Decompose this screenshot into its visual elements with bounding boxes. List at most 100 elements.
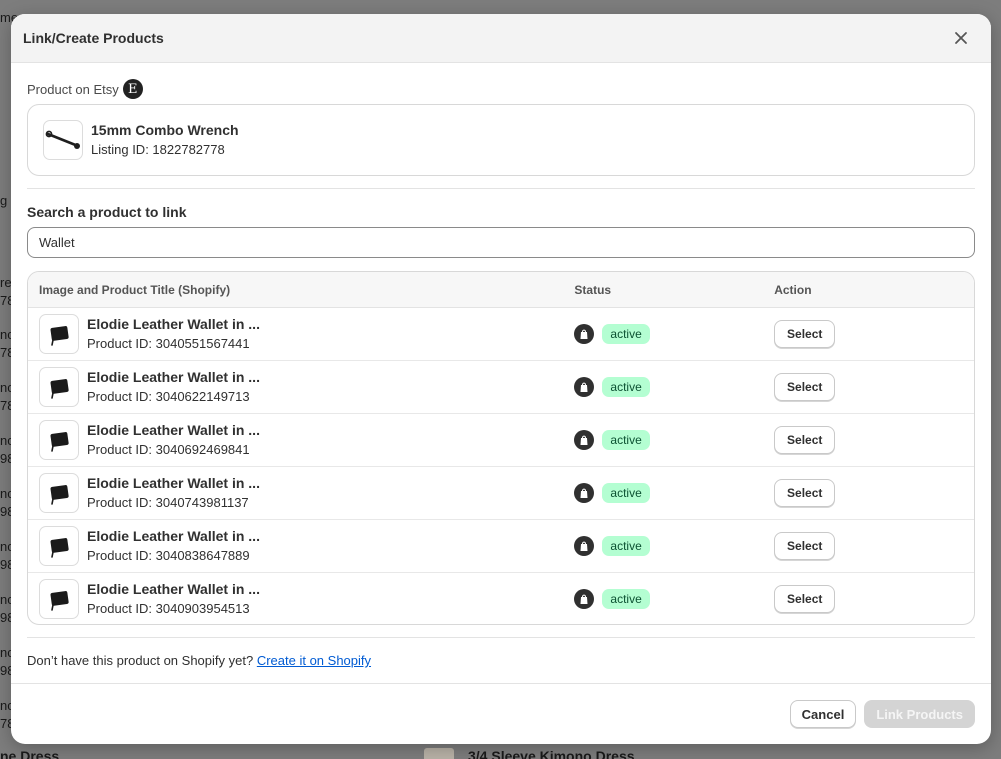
product-cell: Elodie Leather Wallet in ... Product ID: …	[28, 578, 574, 619]
status-badge: active	[602, 536, 650, 556]
product-title: Elodie Leather Wallet in ...	[87, 369, 260, 385]
action-cell: Select	[774, 320, 974, 348]
search-input[interactable]	[27, 227, 975, 258]
create-on-shopify-link[interactable]: Create it on Shopify	[257, 653, 371, 668]
product-id: Product ID: 3040903954513	[87, 600, 250, 616]
shopify-bag-icon	[580, 541, 588, 551]
table-body: Elodie Leather Wallet in ... Product ID: …	[28, 308, 974, 624]
wallet-thumbnail	[39, 367, 79, 407]
status-cell: active	[574, 377, 774, 397]
wallet-icon	[50, 538, 69, 558]
product-title: Elodie Leather Wallet in ...	[87, 422, 260, 438]
bg-product-thumbnail	[424, 748, 454, 759]
wallet-thumbnail	[39, 420, 79, 460]
product-table: Image and Product Title (Shopify) Status…	[27, 271, 975, 625]
bg-product-name-2: 3/4 Sleeve Kimono Dress	[468, 748, 635, 759]
table-row: Elodie Leather Wallet in ... Product ID: …	[28, 414, 974, 467]
shopify-icon	[574, 430, 595, 450]
action-cell: Select	[774, 532, 974, 560]
table-row: Elodie Leather Wallet in ... Product ID: …	[28, 520, 974, 573]
shopify-bag-icon	[580, 488, 588, 498]
select-button[interactable]: Select	[774, 426, 836, 454]
action-cell: Select	[774, 584, 974, 613]
bg-text-fragment: g	[0, 193, 8, 208]
product-id: Product ID: 3040551567441	[87, 336, 250, 351]
modal-header: Link/Create Products	[11, 14, 991, 63]
link-create-modal: Link/Create Products Product on Etsy E 1…	[11, 14, 991, 744]
product-cell: Elodie Leather Wallet in ... Product ID: …	[28, 367, 574, 407]
status-badge: active	[602, 430, 650, 450]
cancel-button[interactable]: Cancel	[789, 700, 857, 728]
status-cell: active	[574, 430, 774, 450]
status-badge: active	[602, 483, 650, 503]
status-badge: active	[602, 377, 650, 397]
create-prompt-row: Don’t have this product on Shopify yet? …	[27, 653, 975, 669]
product-cell: Elodie Leather Wallet in ... Product ID: …	[28, 420, 574, 460]
product-title: Elodie Leather Wallet in ...	[87, 528, 260, 544]
status-cell: active	[574, 483, 774, 503]
product-id: Product ID: 3040692469841	[87, 442, 250, 457]
shopify-icon	[574, 377, 595, 397]
wallet-thumbnail	[39, 473, 79, 513]
wallet-icon	[50, 485, 69, 505]
shopify-bag-icon	[580, 435, 588, 445]
wallet-thumbnail	[39, 578, 79, 619]
bg-text-fragment: re	[0, 275, 12, 290]
wallet-thumbnail	[39, 526, 79, 566]
close-button[interactable]	[949, 26, 973, 50]
modal-footer: Cancel Link Products	[11, 683, 991, 744]
wallet-icon	[50, 432, 69, 452]
product-cell: Elodie Leather Wallet in ... Product ID: …	[28, 473, 574, 513]
divider	[27, 637, 975, 638]
select-button[interactable]: Select	[774, 373, 836, 401]
shopify-bag-icon	[580, 329, 588, 339]
shopify-icon	[574, 536, 595, 556]
wallet-icon	[50, 590, 69, 611]
etsy-section-header: Product on Etsy E	[27, 79, 975, 99]
select-button[interactable]: Select	[774, 584, 836, 613]
table-row: Elodie Leather Wallet in ... Product ID: …	[28, 573, 974, 624]
select-button[interactable]: Select	[774, 532, 836, 560]
product-cell: Elodie Leather Wallet in ... Product ID: …	[28, 314, 574, 354]
table-row: Elodie Leather Wallet in ... Product ID: …	[28, 467, 974, 520]
bg-product-name: ne Dress	[0, 748, 60, 759]
divider	[27, 188, 975, 189]
etsy-product-title: 15mm Combo Wrench	[91, 122, 239, 138]
product-title: Elodie Leather Wallet in ...	[87, 475, 260, 491]
shopify-bag-icon	[580, 594, 588, 604]
create-prompt-text: Don’t have this product on Shopify yet?	[27, 653, 254, 668]
etsy-product-card: 15mm Combo Wrench Listing ID: 1822782778	[27, 104, 975, 176]
shopify-icon	[574, 324, 595, 344]
link-products-button[interactable]: Link Products	[864, 700, 975, 728]
wrench-thumbnail	[43, 120, 83, 160]
close-icon	[955, 32, 967, 44]
product-id: Product ID: 3040838647889	[87, 548, 250, 563]
status-badge: active	[602, 588, 650, 609]
modal-body: Product on Etsy E 15mm Combo Wrench List…	[11, 79, 991, 669]
table-header: Image and Product Title (Shopify) Status…	[28, 272, 974, 308]
status-badge: active	[602, 324, 650, 344]
etsy-section-label: Product on Etsy	[27, 81, 119, 97]
wallet-icon	[50, 326, 69, 346]
etsy-icon: E	[122, 79, 143, 99]
status-cell: active	[574, 324, 774, 344]
select-button[interactable]: Select	[774, 479, 836, 507]
select-button[interactable]: Select	[774, 320, 836, 348]
column-header-status: Status	[574, 282, 612, 297]
shopify-icon	[574, 483, 595, 503]
status-cell: active	[574, 588, 774, 609]
modal-title: Link/Create Products	[23, 30, 164, 46]
product-title: Elodie Leather Wallet in ...	[87, 316, 260, 332]
table-row: Elodie Leather Wallet in ... Product ID: …	[28, 308, 974, 361]
wallet-icon	[50, 379, 69, 399]
action-cell: Select	[774, 426, 974, 454]
column-header-title: Image and Product Title (Shopify)	[39, 282, 231, 297]
product-id: Product ID: 3040622149713	[87, 389, 250, 404]
search-label: Search a product to link	[27, 204, 187, 220]
etsy-listing-id: Listing ID: 1822782778	[91, 142, 225, 157]
product-cell: Elodie Leather Wallet in ... Product ID: …	[28, 526, 574, 566]
product-title: Elodie Leather Wallet in ...	[87, 580, 260, 597]
status-cell: active	[574, 536, 774, 556]
table-row: Elodie Leather Wallet in ... Product ID: …	[28, 361, 974, 414]
shopify-bag-icon	[580, 382, 588, 392]
